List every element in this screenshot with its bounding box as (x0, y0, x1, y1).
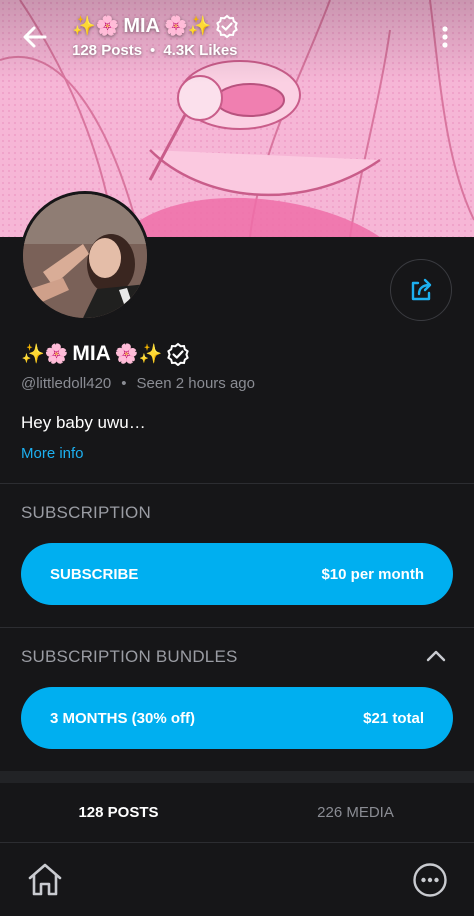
title-emoji-prefix: ✨🌸 (72, 16, 120, 37)
verified-badge-icon (167, 342, 189, 366)
bundle-price: $21 total (363, 709, 424, 727)
posts-count: 128 Posts (72, 42, 143, 59)
home-icon (28, 863, 62, 896)
subscribe-label: SUBSCRIBE (50, 565, 139, 583)
verified-badge-icon (216, 14, 239, 38)
bundles-heading: SUBSCRIPTION BUNDLES (21, 647, 238, 666)
bundle-label: 3 MONTHS (30% off) (50, 709, 196, 727)
stats-separator: • (150, 42, 156, 59)
bundle-button-3-months[interactable]: 3 MONTHS (30% off) $21 total (21, 687, 453, 749)
menu-button[interactable] (432, 22, 458, 52)
avatar-photo (23, 194, 147, 318)
subscription-heading: SUBSCRIPTION (21, 503, 151, 522)
back-arrow-icon (23, 26, 47, 48)
home-button[interactable] (26, 861, 64, 897)
username-handle: @littledoll420 (21, 375, 112, 392)
name-emoji-prefix: ✨🌸 (21, 344, 69, 365)
header-title: ✨🌸 MIA 🌸✨ (72, 14, 239, 38)
more-options-button[interactable] (412, 862, 448, 898)
likes-count: 4.3K Likes (163, 42, 238, 59)
chevron-up-icon (426, 650, 446, 662)
more-options-icon (413, 863, 447, 897)
back-button[interactable] (18, 20, 52, 54)
header-stats: 128 Posts • 4.3K Likes (72, 42, 238, 59)
share-button[interactable] (390, 259, 452, 321)
bundles-collapse-button[interactable] (424, 646, 448, 666)
subscribe-price: $10 per month (321, 565, 424, 583)
more-info-link[interactable]: More info (21, 445, 84, 462)
bio-text: Hey baby uwu… (21, 413, 146, 432)
divider (0, 627, 474, 628)
last-seen: Seen 2 hours ago (136, 375, 255, 392)
avatar[interactable] (20, 191, 150, 321)
divider (0, 483, 474, 484)
top-bar: ✨🌸 MIA 🌸✨ 128 Posts • 4.3K Likes (0, 0, 474, 80)
section-separator (0, 771, 474, 783)
content-tabs: 128 POSTS 226 MEDIA (0, 783, 474, 841)
bottom-navigation (0, 842, 474, 916)
header-name: MIA (123, 14, 160, 37)
name-emoji-suffix: 🌸✨ (114, 344, 163, 365)
display-name: MIA (72, 342, 111, 365)
profile-name: ✨🌸 MIA 🌸✨ (21, 342, 190, 366)
title-emoji-suffix: 🌸✨ (164, 16, 212, 37)
share-icon (411, 278, 432, 301)
tab-media[interactable]: 226 MEDIA (237, 783, 474, 841)
kebab-menu-icon (442, 26, 448, 48)
handle-row: @littledoll420 • Seen 2 hours ago (21, 375, 255, 392)
subscribe-button[interactable]: SUBSCRIBE $10 per month (21, 543, 453, 605)
handle-separator: • (121, 375, 127, 392)
tab-posts[interactable]: 128 POSTS (0, 783, 237, 841)
